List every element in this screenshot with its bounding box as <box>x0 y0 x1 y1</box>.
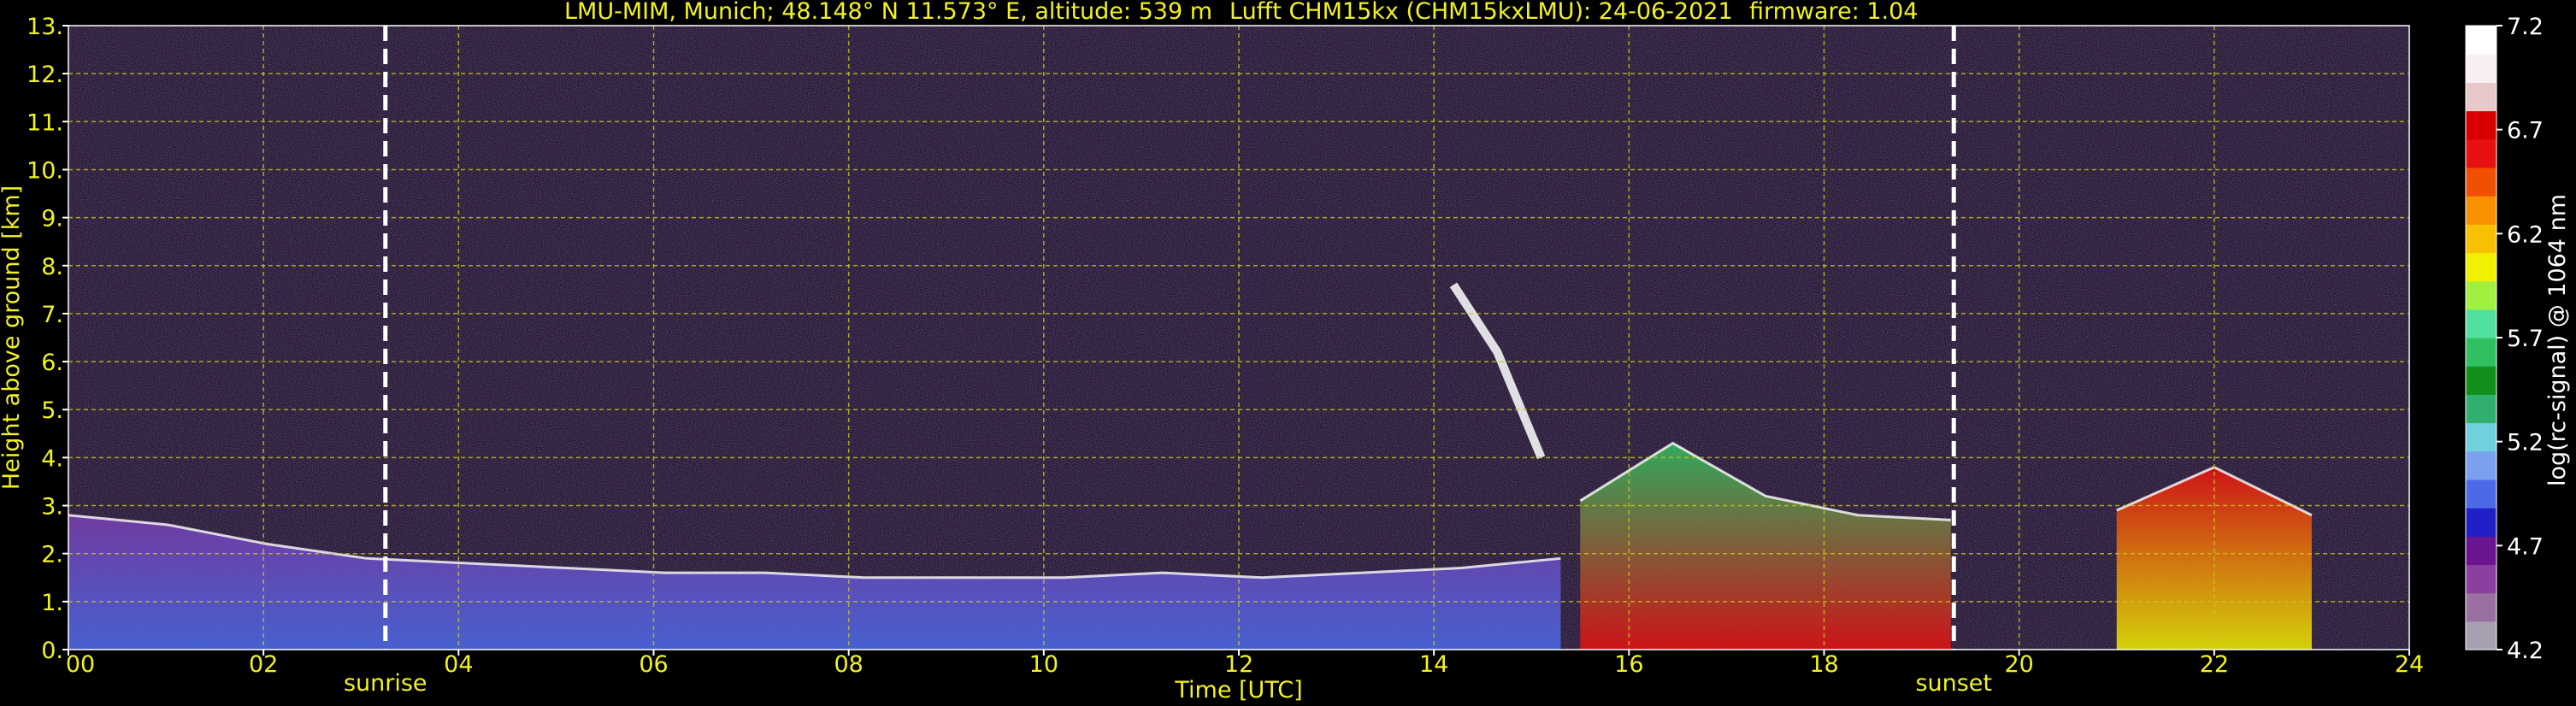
x-tick-label-9: 18 <box>1809 651 1838 678</box>
colorbar-segment-6 <box>2466 450 2496 480</box>
colorbar-tick-label-3: 5.7 <box>2507 326 2544 352</box>
colorbar-label: log(rc-signal) @ 1064 nm <box>2544 194 2571 486</box>
x-tick-label-12: 24 <box>2395 651 2424 678</box>
colorbar-segment-1 <box>2466 592 2496 622</box>
colorbar-segment-0 <box>2466 621 2496 650</box>
y-axis: 0. 1. 2. 3. 4. 5. 6. 7. 8. 9. 10. 11. 12. 13. <box>27 14 68 664</box>
colorbar-segment-21 <box>2466 26 2496 55</box>
colorbar-segment-8 <box>2466 394 2496 424</box>
colorbar-segment-3 <box>2466 536 2496 566</box>
colorbar-tick-label-5: 6.7 <box>2507 118 2544 144</box>
y-tick-label-11: 11. <box>27 109 63 136</box>
ceilometer-chart: sunrise sunset 00 02 04 06 08 10 12 14 16 18 20 22 24… <box>0 0 2571 703</box>
event-label-sunrise: sunrise <box>344 670 427 697</box>
colorbar-tick-label-6: 7.2 <box>2507 14 2544 40</box>
colorbar-segment-12 <box>2466 280 2496 310</box>
colorbar-segment-15 <box>2466 196 2496 225</box>
x-tick-label-1: 02 <box>249 651 278 678</box>
x-axis-label: Time [UTC] <box>1174 677 1302 703</box>
colorbar-segment-19 <box>2466 82 2496 112</box>
colorbar-segment-16 <box>2466 167 2496 197</box>
y-tick-label-10: 10. <box>27 157 63 184</box>
y-tick-label-6: 6. <box>41 350 63 376</box>
colorbar-segment-17 <box>2466 138 2496 168</box>
y-tick-label-2: 2. <box>41 542 63 568</box>
header-location: LMU-MIM, Munich; 48.148° N 11.573° E, al… <box>564 0 1212 25</box>
y-tick-label-4: 4. <box>41 445 63 472</box>
header-instrument: Lufft CHM15kx (CHM15kxLMU): 24-06-2021 <box>1229 0 1733 25</box>
y-tick-label-8: 8. <box>41 254 63 280</box>
colorbar-tick-label-1: 4.7 <box>2507 533 2544 560</box>
x-tick-label-0: 00 <box>66 651 95 678</box>
x-tick-label-6: 12 <box>1224 651 1253 678</box>
colorbar-tick-label-4: 6.2 <box>2507 221 2544 248</box>
y-tick-label-7: 7. <box>41 302 63 328</box>
x-tick-label-7: 14 <box>1419 651 1448 678</box>
y-tick-label-13: 13. <box>27 14 63 40</box>
colorbar-segment-5 <box>2466 479 2496 509</box>
x-tick-label-8: 16 <box>1614 651 1643 678</box>
colorbar-tick-label-0: 4.2 <box>2507 638 2544 664</box>
y-tick-label-12: 12. <box>27 62 63 88</box>
x-tick-label-4: 08 <box>834 651 863 678</box>
x-tick-label-5: 10 <box>1029 651 1058 678</box>
colorbar-segment-20 <box>2466 54 2496 83</box>
colorbar-segment-14 <box>2466 224 2496 254</box>
header-firmware: firmware: 1.04 <box>1749 0 1918 25</box>
x-tick-label-11: 22 <box>2200 651 2229 678</box>
colorbar-segment-13 <box>2466 252 2496 282</box>
event-label-sunset: sunset <box>1915 670 1992 697</box>
x-tick-label-3: 06 <box>639 651 668 678</box>
y-tick-label-9: 9. <box>41 206 63 232</box>
y-tick-label-1: 1. <box>41 590 63 616</box>
colorbar-segment-2 <box>2466 564 2496 594</box>
y-tick-label-0: 0. <box>41 638 63 664</box>
colorbar: 4.2 4.7 5.2 5.7 6.2 6.7 7.2 <box>2465 14 2544 664</box>
x-tick-label-10: 20 <box>2004 651 2033 678</box>
y-axis-label: Height above ground [km] <box>0 185 25 490</box>
colorbar-segment-11 <box>2466 309 2496 338</box>
colorbar-segment-9 <box>2466 366 2496 395</box>
colorbar-tick-label-2: 5.2 <box>2507 430 2544 456</box>
colorbar-segment-7 <box>2466 422 2496 452</box>
colorbar-segment-10 <box>2466 338 2496 367</box>
colorbar-segment-18 <box>2466 110 2496 140</box>
colorbar-segment-4 <box>2466 508 2496 537</box>
y-tick-label-3: 3. <box>41 494 63 521</box>
y-tick-label-5: 5. <box>41 397 63 424</box>
x-tick-label-2: 04 <box>444 651 473 678</box>
